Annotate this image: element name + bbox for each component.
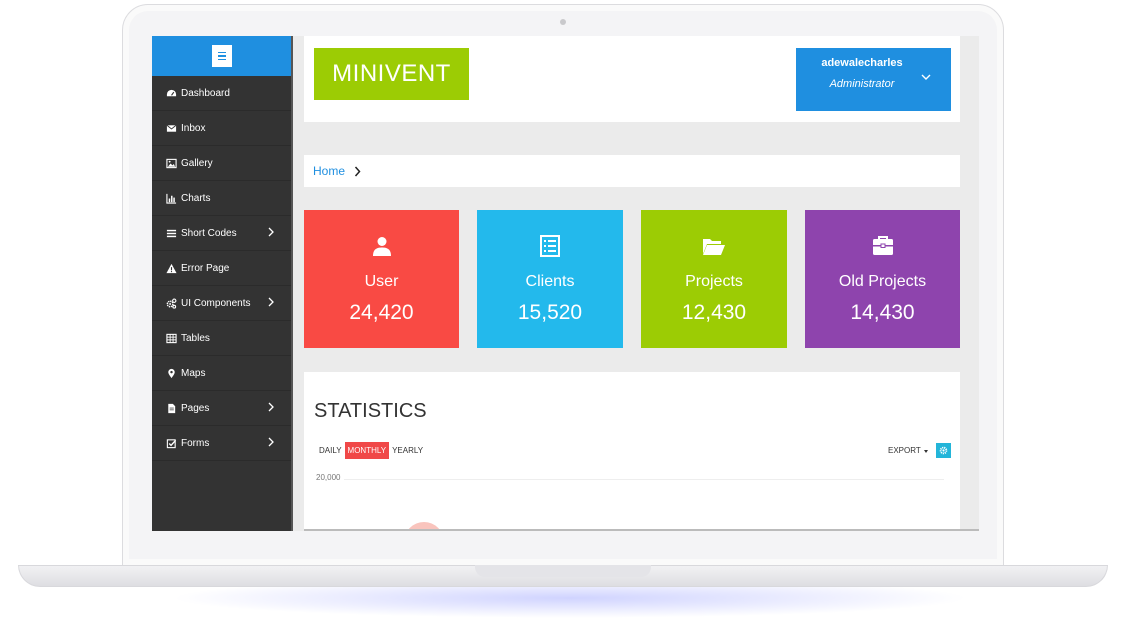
top-bar: MINIVENT adewalecharles Administrator xyxy=(304,36,960,122)
sidebar-item-charts[interactable]: Charts xyxy=(152,181,291,216)
export-button[interactable]: EXPORT xyxy=(888,446,921,455)
sidebar-item-label: Maps xyxy=(181,367,206,379)
chevron-right-icon xyxy=(268,297,274,307)
y-axis-tick: 20,000 xyxy=(316,473,341,482)
stat-card-clients[interactable]: Clients 15,520 xyxy=(477,210,623,348)
briefcase-icon xyxy=(805,234,960,258)
user-name: adewalecharles xyxy=(821,57,903,69)
menu-toggle-icon[interactable] xyxy=(211,45,232,67)
sidebar-item-label: Charts xyxy=(181,192,211,204)
sidebar-item-label: Tables xyxy=(181,332,210,344)
laptop-notch xyxy=(475,565,651,577)
laptop-screen: Dashboard Inbox Gallery Charts Short Cod… xyxy=(152,36,979,531)
stat-value: 14,430 xyxy=(850,301,915,324)
breadcrumb: Home xyxy=(304,155,960,187)
picture-icon xyxy=(166,158,177,169)
stat-label: User xyxy=(364,273,399,290)
checkbox-icon xyxy=(166,438,177,449)
sidebar-item-label: Forms xyxy=(181,437,210,449)
chevron-right-icon xyxy=(268,402,274,412)
caret-down-icon[interactable] xyxy=(924,450,928,453)
sidebar-item-error-page[interactable]: Error Page xyxy=(152,251,291,286)
stat-label: Clients xyxy=(525,273,575,290)
chevron-right-icon xyxy=(268,437,274,447)
sidebar-item-label: Pages xyxy=(181,402,210,414)
folder-open-icon xyxy=(641,234,787,258)
chevron-right-icon xyxy=(354,166,361,176)
dashboard-icon xyxy=(166,88,177,99)
sidebar-item-label: Dashboard xyxy=(181,87,230,99)
sidebar: Dashboard Inbox Gallery Charts Short Cod… xyxy=(152,36,291,531)
chart-settings-button[interactable] xyxy=(936,443,951,458)
user-icon xyxy=(304,234,459,258)
laptop-camera xyxy=(560,19,566,25)
sidebar-item-forms[interactable]: Forms xyxy=(152,426,291,461)
cogs-icon xyxy=(166,298,177,309)
stat-card-user[interactable]: User 24,420 xyxy=(304,210,459,348)
sidebar-item-dashboard[interactable]: Dashboard xyxy=(152,76,291,111)
period-tabs: DAILY MONTHLY YEARLY xyxy=(316,442,426,459)
sidebar-border xyxy=(291,36,293,531)
tab-yearly[interactable]: YEARLY xyxy=(389,442,426,459)
sidebar-item-ui-components[interactable]: UI Components xyxy=(152,286,291,321)
warning-icon xyxy=(166,263,177,274)
map-marker-icon xyxy=(166,368,177,379)
sidebar-item-maps[interactable]: Maps xyxy=(152,356,291,391)
bar-chart-icon xyxy=(166,193,177,204)
app-logo[interactable]: MINIVENT xyxy=(314,48,469,100)
table-icon xyxy=(166,333,177,344)
tab-monthly[interactable]: MONTHLY xyxy=(344,442,390,459)
stat-value: 24,420 xyxy=(349,301,414,324)
sidebar-item-label: Inbox xyxy=(181,122,206,134)
list-alt-icon xyxy=(477,234,623,258)
file-icon xyxy=(166,403,177,414)
chevron-right-icon xyxy=(268,227,274,237)
statistics-panel: STATISTICS DAILY MONTHLY YEARLY EXPORT 2… xyxy=(304,372,960,531)
sidebar-item-pages[interactable]: Pages xyxy=(152,391,291,426)
sidebar-item-inbox[interactable]: Inbox xyxy=(152,111,291,146)
stat-card-old-projects[interactable]: Old Projects 14,430 xyxy=(805,210,960,348)
user-role: Administrator xyxy=(829,78,895,90)
breadcrumb-home-link[interactable]: Home xyxy=(313,164,345,178)
sidebar-item-label: UI Components xyxy=(181,297,251,309)
gear-icon xyxy=(939,446,948,455)
user-menu[interactable]: adewalecharles Administrator xyxy=(796,48,951,111)
horizontal-scrollbar[interactable] xyxy=(304,529,979,531)
statistics-title: STATISTICS xyxy=(314,400,427,422)
stat-label: Old Projects xyxy=(838,273,927,290)
sidebar-item-short-codes[interactable]: Short Codes xyxy=(152,216,291,251)
chevron-down-icon xyxy=(921,74,931,80)
sidebar-header xyxy=(152,36,291,76)
envelope-icon xyxy=(166,123,177,134)
stat-value: 12,430 xyxy=(681,301,747,324)
list-icon xyxy=(166,228,177,239)
sidebar-item-tables[interactable]: Tables xyxy=(152,321,291,356)
sidebar-item-gallery[interactable]: Gallery xyxy=(152,146,291,181)
stat-card-projects[interactable]: Projects 12,430 xyxy=(641,210,787,348)
stat-value: 15,520 xyxy=(517,301,583,324)
stat-label: Projects xyxy=(685,273,743,290)
sidebar-item-label: Error Page xyxy=(181,262,230,274)
tab-daily[interactable]: DAILY xyxy=(316,442,345,459)
sidebar-item-label: Gallery xyxy=(181,157,213,169)
chart-gridline xyxy=(344,479,944,480)
sidebar-item-label: Short Codes xyxy=(181,227,237,239)
